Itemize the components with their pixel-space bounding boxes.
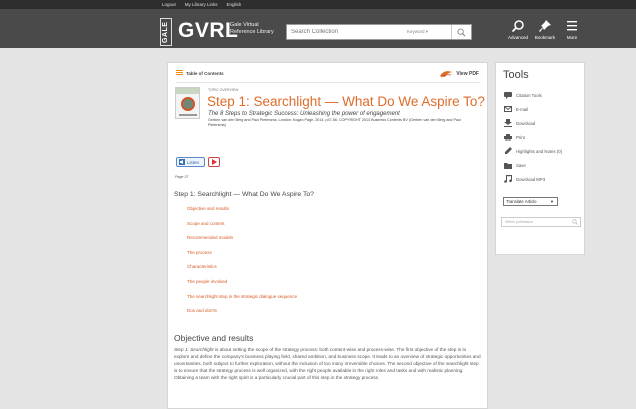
tools-list: Citation Tools E-mail Download Print Hig… bbox=[503, 88, 562, 186]
print-button[interactable]: Print bbox=[503, 130, 562, 144]
search-icon bbox=[572, 219, 578, 225]
logout-link[interactable]: Logout bbox=[162, 1, 176, 8]
gale-badge[interactable]: GALE bbox=[160, 18, 172, 46]
search-button[interactable] bbox=[451, 25, 471, 39]
dropdown-arrow-icon: ▼ bbox=[550, 199, 554, 204]
hamburger-menu-icon bbox=[567, 21, 577, 31]
article-panel: Table of Contents View PDF TOPIC OVERVIE… bbox=[167, 62, 488, 409]
within-publication-placeholder: Within publication bbox=[505, 220, 534, 224]
toc-item-characteristics[interactable]: Characteristics bbox=[187, 264, 297, 279]
table-of-contents-link[interactable]: Table of Contents bbox=[176, 70, 224, 76]
bookmark-button[interactable]: Bookmark bbox=[531, 19, 559, 47]
translate-article-select[interactable]: Translate Article ▼ bbox=[503, 197, 558, 206]
view-pdf-link[interactable]: View PDF bbox=[439, 69, 479, 78]
download-icon bbox=[503, 119, 512, 127]
download-mp3-label: Download MP3 bbox=[516, 176, 546, 182]
tools-panel: Tools Citation Tools E-mail Download Pri… bbox=[495, 62, 585, 255]
toc-item-dos-donts[interactable]: Dos and don'ts bbox=[187, 308, 297, 323]
advanced-label: Advanced bbox=[507, 35, 528, 40]
objective-heading: Objective and results bbox=[174, 333, 254, 343]
toc-item-sequence[interactable]: The searchlight step in the strategic di… bbox=[187, 294, 297, 309]
play-icon bbox=[212, 159, 217, 165]
email-icon bbox=[503, 105, 512, 113]
search-input[interactable] bbox=[291, 25, 401, 39]
objective-paragraph: Step 1: Searchlight is about setting the… bbox=[174, 346, 481, 381]
print-label: Print bbox=[516, 134, 525, 140]
music-note-icon bbox=[503, 175, 512, 183]
gvrl-subtitle: Gale Virtual Reference Library bbox=[230, 22, 274, 35]
email-button[interactable]: E-mail bbox=[503, 102, 562, 116]
toc-item-models[interactable]: Recommended models bbox=[187, 235, 297, 250]
highlights-notes-label: Highlights and Notes (0) bbox=[516, 148, 563, 154]
highlight-icon bbox=[503, 147, 512, 155]
citation-tools-button[interactable]: Citation Tools bbox=[503, 88, 562, 102]
highlights-notes-button[interactable]: Highlights and Notes (0) bbox=[503, 144, 562, 158]
tools-title: Tools bbox=[503, 69, 529, 81]
email-label: E-mail bbox=[516, 106, 529, 112]
advanced-search-icon bbox=[511, 20, 524, 33]
more-menu-button[interactable]: More bbox=[558, 19, 586, 47]
source-citation: Gerben van den Berg and Paul Pietersma. … bbox=[208, 118, 461, 127]
list-icon bbox=[176, 70, 183, 76]
section-heading: Step 1: Searchlight — What Do We Aspire … bbox=[174, 191, 314, 198]
section-toc-list: Objective and results Scope and content … bbox=[187, 206, 297, 323]
play-button[interactable] bbox=[208, 157, 220, 167]
advanced-search-button[interactable]: Advanced bbox=[504, 19, 532, 47]
toc-item-process[interactable]: The process bbox=[187, 250, 297, 265]
save-label: Save bbox=[516, 162, 526, 168]
objective-text: is about setting the scope of the strate… bbox=[174, 347, 481, 381]
bookmark-pin-icon bbox=[539, 20, 551, 32]
more-label: More bbox=[566, 35, 578, 40]
download-mp3-button[interactable]: Download MP3 bbox=[503, 172, 562, 186]
toc-item-scope[interactable]: Scope and content bbox=[187, 221, 297, 236]
objective-lead: Step 1: Searchlight bbox=[174, 347, 214, 352]
search-scope-label: Keyword bbox=[407, 29, 425, 34]
listen-button[interactable]: Listen bbox=[176, 157, 205, 167]
download-button[interactable]: Download bbox=[503, 116, 562, 130]
page-number: Page 37 bbox=[175, 175, 189, 179]
header-divider bbox=[176, 82, 480, 83]
my-library-links-link[interactable]: My Library Links bbox=[185, 1, 218, 8]
bookmark-label: Bookmark bbox=[534, 35, 556, 40]
print-icon bbox=[503, 133, 512, 141]
translate-label: Translate Article bbox=[506, 199, 537, 204]
pdf-icon bbox=[440, 71, 453, 78]
topic-overview-label: TOPIC OVERVIEW bbox=[208, 88, 239, 92]
save-button[interactable]: Save bbox=[503, 158, 562, 172]
within-publication-search[interactable]: Within publication bbox=[501, 217, 581, 227]
top-links: Logout My Library Links English bbox=[162, 1, 241, 8]
book-title[interactable]: The 8 Steps to Strategic Success: Unleas… bbox=[208, 111, 400, 117]
book-cover-image[interactable] bbox=[175, 87, 200, 119]
search-icon bbox=[457, 27, 466, 36]
toc-item-people[interactable]: The people involved bbox=[187, 279, 297, 294]
search-scope-select[interactable]: Keyword ▾ bbox=[407, 29, 428, 35]
language-link[interactable]: English bbox=[227, 1, 242, 8]
speaker-icon bbox=[179, 159, 185, 165]
citation-tools-label: Citation Tools bbox=[516, 92, 542, 98]
citation-icon bbox=[503, 91, 512, 99]
toc-item-objective[interactable]: Objective and results bbox=[187, 206, 297, 221]
top-strip bbox=[0, 0, 636, 9]
toc-link-label: Table of Contents bbox=[186, 70, 224, 76]
folder-icon bbox=[503, 161, 512, 169]
article-title: Step 1: Searchlight — What Do We Aspire … bbox=[207, 94, 485, 109]
search-box: Keyword ▾ bbox=[286, 24, 472, 40]
download-label: Download bbox=[516, 120, 536, 126]
listen-label: Listen bbox=[187, 159, 200, 165]
view-pdf-label: View PDF bbox=[456, 70, 479, 77]
